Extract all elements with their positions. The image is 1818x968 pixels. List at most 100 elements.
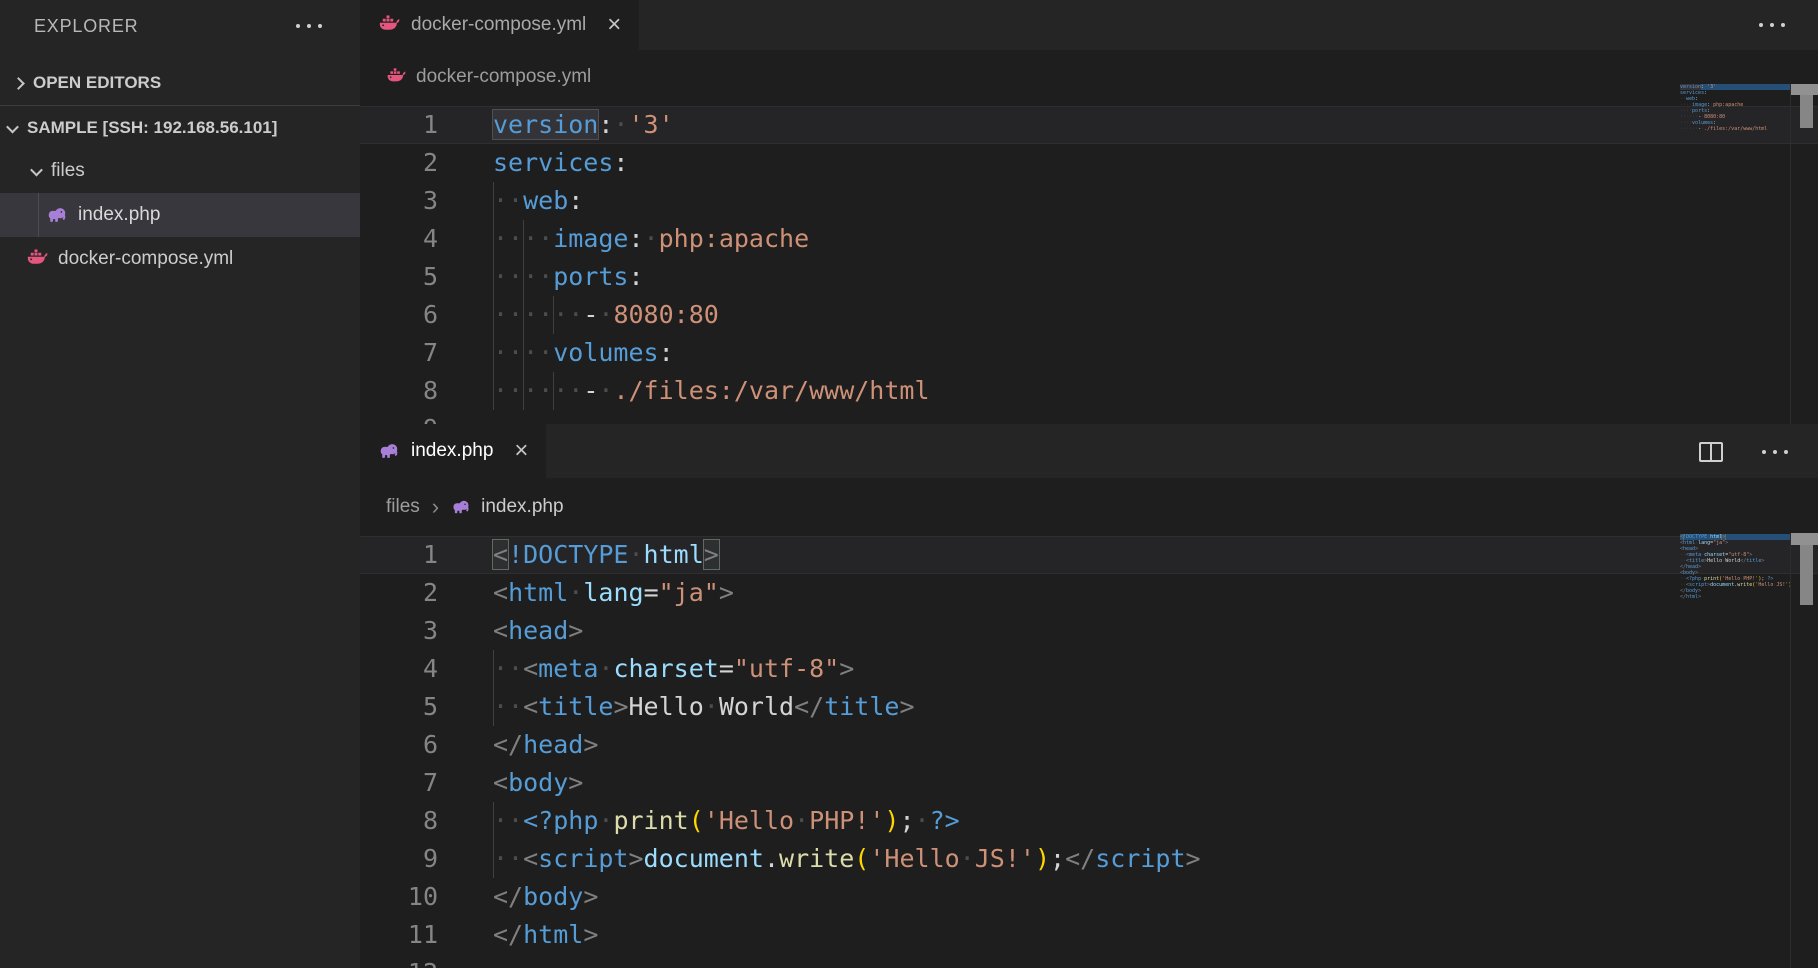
- chevron-down-icon: [30, 163, 43, 176]
- split-editor-icon[interactable]: [1699, 442, 1723, 462]
- scrollbar-thumb[interactable]: [1800, 95, 1813, 128]
- code-line[interactable]: 5··<title>Hello·World</title>: [360, 688, 1818, 726]
- indent-guide: [553, 372, 554, 410]
- scrollbar[interactable]: [1790, 84, 1818, 424]
- code-line[interactable]: 2<html·lang="ja">: [360, 574, 1818, 612]
- code-text: ····ports:: [493, 258, 644, 296]
- editor-more-actions-icon[interactable]: [1762, 450, 1788, 454]
- line-number[interactable]: 11: [360, 916, 438, 954]
- line-number[interactable]: 2: [360, 144, 438, 182]
- line-number[interactable]: 3: [360, 182, 438, 220]
- open-editors-section[interactable]: OPEN EDITORS: [0, 61, 360, 105]
- tab-docker-compose[interactable]: docker-compose.yml ×: [360, 0, 639, 50]
- code-line[interactable]: 3<head>: [360, 612, 1818, 650]
- line-number[interactable]: 7: [360, 764, 438, 802]
- code-line[interactable]: 2services:: [360, 144, 1818, 182]
- line-number[interactable]: 3: [360, 612, 438, 650]
- line-number[interactable]: 4: [360, 220, 438, 258]
- tab-label: docker-compose.yml: [411, 14, 586, 36]
- line-number[interactable]: 1: [360, 106, 438, 144]
- code-editor-yaml[interactable]: 1version:·'3'2services:3··web:4····image…: [360, 104, 1818, 424]
- docker-whale-icon: [26, 248, 48, 270]
- line-number[interactable]: 9: [360, 410, 438, 424]
- code-line[interactable]: 3··web:: [360, 182, 1818, 220]
- breadcrumb-item[interactable]: files: [386, 496, 420, 518]
- php-elephant-icon: [46, 204, 68, 226]
- line-number[interactable]: 9: [360, 840, 438, 878]
- folder-label: files: [51, 160, 85, 182]
- code-line[interactable]: 6 </head>: [360, 726, 1818, 764]
- editor-group-top: docker-compose.yml × docker-compose.yml …: [360, 0, 1818, 424]
- scrollbar[interactable]: [1790, 533, 1818, 968]
- code-text: ··<?php·print('Hello·PHP!');·?>: [493, 802, 960, 840]
- code-text: ······-·./files:/var/www/html: [493, 372, 930, 410]
- line-number[interactable]: 8: [360, 372, 438, 410]
- scrollbar-thumb[interactable]: [1800, 545, 1813, 605]
- indent-guide: [493, 334, 494, 372]
- explorer-more-actions-icon[interactable]: [296, 24, 322, 28]
- code-line[interactable]: 9: [360, 410, 1818, 424]
- open-editors-label: OPEN EDITORS: [33, 73, 161, 93]
- tab-bar: index.php ×: [360, 424, 1818, 478]
- code-text: <!DOCTYPE·html>: [493, 536, 719, 574]
- close-icon[interactable]: ×: [607, 13, 621, 37]
- tree-item-index-php[interactable]: index.php: [0, 193, 360, 237]
- line-number[interactable]: 6: [360, 296, 438, 334]
- code-line[interactable]: 11 </html>: [360, 916, 1818, 954]
- code-line[interactable]: 4····image:·php:apache: [360, 220, 1818, 258]
- line-number[interactable]: 7: [360, 334, 438, 372]
- code-line[interactable]: 10</body>: [360, 878, 1818, 916]
- code-text: </html>: [493, 916, 598, 954]
- tree-item-files-folder[interactable]: files: [0, 149, 360, 193]
- line-number[interactable]: 8: [360, 802, 438, 840]
- indent-guide: [523, 372, 524, 410]
- indent-guide: [523, 334, 524, 372]
- workspace-root-section[interactable]: SAMPLE [SSH: 192.168.56.101]: [0, 106, 360, 150]
- line-number[interactable]: 6: [360, 726, 438, 764]
- php-elephant-icon: [451, 497, 471, 517]
- tab-index-php[interactable]: index.php ×: [360, 424, 546, 478]
- code-editor-php[interactable]: 1 <!DOCTYPE·html>2<html·lang="ja">3<head>…: [360, 536, 1818, 968]
- code-line[interactable]: 8 ······-·./files:/var/www/html: [360, 372, 1818, 410]
- code-line[interactable]: 9 ··<script>document.write('Hello·JS!');<…: [360, 840, 1818, 878]
- breadcrumb-item[interactable]: index.php: [481, 496, 563, 518]
- code-line[interactable]: 4··<meta·charset="utf-8">: [360, 650, 1818, 688]
- tree-item-docker-compose[interactable]: docker-compose.yml: [0, 237, 360, 281]
- editor-more-actions-icon[interactable]: [1759, 23, 1785, 27]
- code-line[interactable]: 7····volumes:: [360, 334, 1818, 372]
- code-line[interactable]: 8 ··<?php·print('Hello·PHP!');·?>: [360, 802, 1818, 840]
- code-line[interactable]: 1version:·'3': [360, 106, 1818, 144]
- indent-guide: [553, 296, 554, 334]
- code-text: </head>: [493, 726, 598, 764]
- line-number[interactable]: 10: [360, 878, 438, 916]
- line-number[interactable]: 1: [360, 536, 438, 574]
- indent-guide: [523, 296, 524, 334]
- minimap[interactable]: version:·'3'services:··web:····image:·ph…: [1680, 84, 1792, 138]
- minimap[interactable]: <!DOCTYPE·html><html·lang="ja"><head>··<…: [1680, 534, 1792, 606]
- line-number[interactable]: 2: [360, 574, 438, 612]
- code-line[interactable]: 6······-·8080:80: [360, 296, 1818, 334]
- close-icon[interactable]: ×: [514, 439, 528, 463]
- overview-ruler-cursor: [1791, 533, 1818, 545]
- code-text: ··<script>document.write('Hello·JS!');</…: [493, 840, 1201, 878]
- breadcrumb: files › index.php: [360, 478, 1818, 536]
- breadcrumb: docker-compose.yml: [360, 50, 1818, 104]
- code-line[interactable]: 5 ····ports:: [360, 258, 1818, 296]
- code-line[interactable]: 12: [360, 954, 1818, 968]
- line-number[interactable]: 4: [360, 650, 438, 688]
- line-number[interactable]: 5: [360, 258, 438, 296]
- tab-label: index.php: [411, 440, 493, 462]
- file-label: docker-compose.yml: [58, 248, 233, 270]
- line-number[interactable]: 5: [360, 688, 438, 726]
- indent-guide: [493, 296, 494, 334]
- chevron-right-icon: [12, 77, 25, 90]
- line-number[interactable]: 12: [360, 954, 438, 968]
- docker-whale-icon: [386, 67, 406, 87]
- indent-guide: [523, 220, 524, 258]
- code-line[interactable]: 7<body>: [360, 764, 1818, 802]
- code-line[interactable]: 1 <!DOCTYPE·html>: [360, 536, 1818, 574]
- docker-whale-icon: [378, 14, 400, 36]
- explorer-sidebar: EXPLORER OPEN EDITORS SAMPLE [SSH: 192.1…: [0, 0, 360, 968]
- breadcrumb-item[interactable]: docker-compose.yml: [416, 66, 591, 88]
- minimap-line: [1680, 132, 1792, 138]
